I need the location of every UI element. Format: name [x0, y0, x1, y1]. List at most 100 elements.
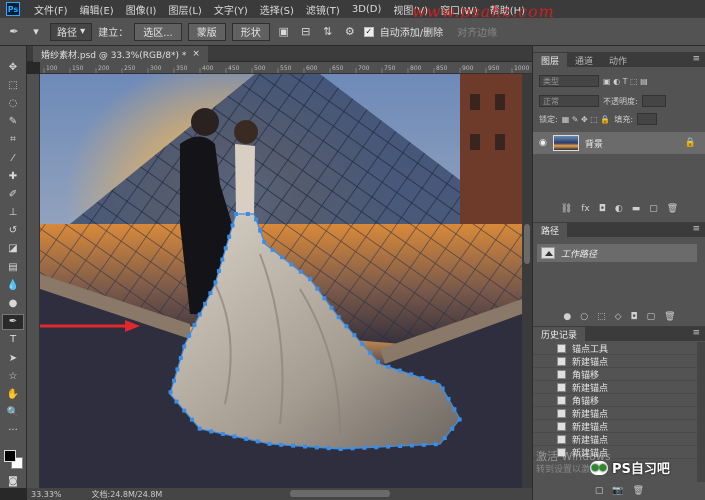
anchor-point[interactable] [326, 446, 331, 451]
dodge-tool-icon[interactable]: ● [3, 296, 23, 310]
anchor-point[interactable] [258, 228, 263, 233]
move-tool-icon[interactable]: ✥ [3, 60, 23, 74]
anchor-point[interactable] [234, 212, 238, 216]
document-tab[interactable]: 婚纱素材.psd @ 33.3%(RGB/8*) * × [33, 46, 208, 62]
quick-mask-icon[interactable]: ◙ [3, 474, 23, 488]
anchor-point[interactable] [322, 296, 327, 301]
anchor-point[interactable] [197, 312, 202, 317]
auto-add-delete-checkbox[interactable]: ✓ [363, 26, 374, 37]
anchor-point[interactable] [270, 247, 275, 252]
anchor-point[interactable] [450, 426, 455, 431]
pen-tool-preset-icon[interactable]: ✒ [6, 24, 22, 40]
new-layer-icon[interactable]: ▢ [649, 204, 658, 214]
anchor-point[interactable] [267, 441, 272, 446]
more-tools-icon[interactable]: ··· [3, 424, 23, 438]
anchor-point[interactable] [197, 426, 202, 431]
eraser-tool-icon[interactable]: ◪ [3, 242, 23, 256]
anchor-point[interactable] [168, 390, 173, 395]
make-work-path-icon[interactable]: ◇ [615, 312, 622, 322]
panel-menu-icon[interactable]: ≡ [692, 54, 700, 64]
anchor-point[interactable] [374, 445, 379, 450]
gear-icon[interactable]: ⚙ [342, 24, 358, 40]
history-scrollbar[interactable] [697, 342, 705, 482]
anchor-point[interactable] [255, 439, 260, 444]
close-icon[interactable]: × [192, 49, 200, 59]
anchor-point[interactable] [338, 446, 343, 451]
menu-file[interactable]: 文件(F) [28, 2, 74, 17]
tab-paths[interactable]: 路径 [533, 223, 568, 237]
fill-input[interactable] [637, 113, 658, 125]
anchor-point[interactable] [187, 333, 192, 338]
anchor-point[interactable] [279, 442, 284, 447]
anchor-point[interactable] [174, 399, 179, 404]
blur-tool-icon[interactable]: 💧 [3, 278, 23, 292]
anchor-point[interactable] [182, 344, 187, 349]
anchor-point[interactable] [397, 368, 402, 373]
trash-icon[interactable]: 🗑 [664, 312, 675, 322]
tab-layers[interactable]: 图层 [533, 53, 568, 67]
color-swatches[interactable] [2, 448, 24, 470]
anchor-point[interactable] [227, 234, 232, 239]
history-item[interactable]: 角锚移 [533, 368, 698, 381]
blend-mode-select[interactable]: 正常 [539, 95, 599, 107]
history-item[interactable]: 新建锚点 [533, 381, 698, 394]
anchor-point[interactable] [409, 372, 414, 377]
chevron-down-icon[interactable]: ▾ [28, 24, 44, 40]
history-item[interactable]: 角锚移 [533, 394, 698, 407]
link-layers-icon[interactable]: ⛓ [561, 204, 572, 214]
anchor-point[interactable] [220, 431, 225, 436]
anchor-point[interactable] [262, 239, 267, 244]
healing-brush-tool-icon[interactable]: ✚ [3, 169, 23, 183]
anchor-point[interactable] [350, 446, 355, 451]
filter-icons[interactable]: ▣ ◐ T ⬚ ▤ [603, 77, 648, 86]
anchor-point[interactable] [315, 286, 320, 291]
anchor-point[interactable] [213, 280, 218, 285]
menu-image[interactable]: 图像(I) [120, 2, 163, 17]
eye-icon[interactable]: ◉ [539, 138, 547, 148]
menu-select[interactable]: 选择(S) [254, 2, 300, 17]
anchor-point[interactable] [386, 364, 391, 369]
document-canvas[interactable] [40, 74, 522, 488]
anchor-point[interactable] [336, 315, 341, 320]
foreground-color-swatch[interactable] [4, 449, 16, 462]
path-selection-tool-icon[interactable]: ➤ [3, 351, 23, 365]
new-group-icon[interactable]: ▬ [632, 204, 641, 214]
load-as-selection-icon[interactable]: ⬚ [597, 312, 606, 322]
tab-channels[interactable]: 通道 [567, 53, 601, 67]
fx-icon[interactable]: fx [581, 204, 590, 214]
anchor-point[interactable] [409, 443, 414, 448]
menu-type[interactable]: 文字(Y) [208, 2, 254, 17]
anchor-point[interactable] [171, 378, 176, 383]
anchor-point[interactable] [216, 268, 221, 273]
anchor-point[interactable] [398, 443, 403, 448]
camera-icon[interactable]: 📷 [612, 486, 623, 496]
anchor-point[interactable] [442, 436, 447, 441]
anchor-point[interactable] [433, 442, 438, 447]
anchor-point[interactable] [232, 434, 237, 439]
marquee-tool-icon[interactable]: ⬚ [3, 78, 23, 92]
anchor-point[interactable] [175, 367, 180, 372]
anchor-point[interactable] [352, 333, 357, 338]
zoom-level[interactable]: 33.33% [31, 490, 62, 499]
gradient-tool-icon[interactable]: ▤ [3, 260, 23, 274]
anchor-point[interactable] [298, 269, 303, 274]
crop-tool-icon[interactable]: ⌗ [3, 133, 23, 147]
vertical-scrollbar[interactable] [522, 74, 532, 488]
anchor-point[interactable] [203, 301, 208, 306]
anchor-point[interactable] [208, 291, 213, 296]
history-item[interactable]: 锚点工具 [533, 342, 698, 355]
make-mask-button[interactable]: 蒙版 [187, 22, 226, 41]
anchor-point[interactable] [230, 223, 235, 228]
anchor-point[interactable] [368, 350, 373, 355]
history-item[interactable]: 新建锚点 [533, 420, 698, 433]
fill-path-icon[interactable]: ● [563, 312, 571, 322]
anchor-point[interactable] [182, 408, 187, 413]
anchor-point[interactable] [220, 257, 225, 262]
make-shape-button[interactable]: 形状 [231, 22, 270, 41]
zoom-tool-icon[interactable]: 🔍 [3, 406, 23, 420]
new-path-icon[interactable]: ▢ [647, 312, 656, 322]
anchor-point[interactable] [420, 376, 425, 381]
pen-tool-icon[interactable]: ✒ [2, 313, 24, 330]
anchor-point[interactable] [189, 417, 194, 422]
anchor-point[interactable] [178, 355, 183, 360]
